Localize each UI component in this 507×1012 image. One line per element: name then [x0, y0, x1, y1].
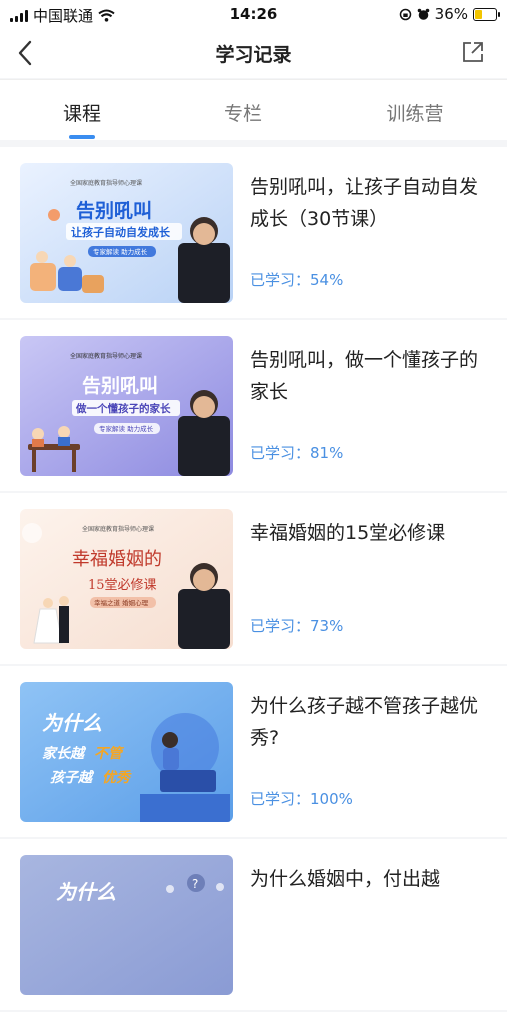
page-title: 学习记录	[215, 44, 292, 66]
tab-bar: 课程 专栏 训练营	[0, 79, 507, 140]
svg-text:告别吼叫: 告别吼叫	[76, 199, 152, 222]
svg-text:15堂必修课: 15堂必修课	[88, 578, 157, 593]
course-progress: 已学习：73%	[250, 617, 344, 635]
course-thumbnail: 为什么 ?	[20, 855, 233, 995]
course-title: 为什么婚姻中，付出越	[250, 868, 441, 890]
course-item[interactable]: 为什么 ? 为什么婚姻中，付出越	[0, 839, 507, 1010]
svg-text:幸福婚姻的: 幸福婚姻的	[72, 549, 162, 570]
svg-text:做一个懂孩子的家长: 做一个懂孩子的家长	[75, 402, 171, 415]
rotation-lock-icon	[399, 8, 411, 20]
svg-text:告别吼叫: 告别吼叫	[82, 374, 158, 397]
course-list: 全国家庭教育指导师心理课 告别吼叫 让孩子自动自发成长 专家解读 助力成长 告别…	[0, 147, 507, 1012]
course-thumbnail: 为什么 家长越 不管 孩子越 优秀	[20, 682, 233, 822]
course-item[interactable]: 全国家庭教育指导师心理课 告别吼叫 做一个懂孩子的家长 专家解读 助力成长 告别…	[0, 320, 507, 491]
battery-percent: 36%	[434, 5, 468, 23]
course-item[interactable]: 全国家庭教育指导师心理课 告别吼叫 让孩子自动自发成长 专家解读 助力成长 告别…	[0, 147, 507, 318]
svg-text:不管: 不管	[94, 745, 125, 762]
course-progress: 已学习：100%	[250, 790, 353, 808]
course-thumbnail: 全国家庭教育指导师心理课 幸福婚姻的 15堂必修课 幸福之道 婚姻心理	[20, 509, 233, 649]
nav-bar: 学习记录	[0, 28, 507, 78]
svg-text:专家解读 助力成长: 专家解读 助力成长	[99, 424, 154, 433]
svg-text:让孩子自动自发成长: 让孩子自动自发成长	[71, 225, 171, 239]
alarm-icon	[417, 8, 429, 20]
course-item[interactable]: 全国家庭教育指导师心理课 幸福婚姻的 15堂必修课 幸福之道 婚姻心理 幸福婚姻…	[0, 493, 507, 664]
course-title: 告别吼叫，做一个懂孩子的家长	[250, 349, 479, 403]
battery-icon	[473, 7, 500, 21]
svg-text:全国家庭教育指导师心理课: 全国家庭教育指导师心理课	[70, 179, 142, 187]
course-thumbnail: 全国家庭教育指导师心理课 告别吼叫 让孩子自动自发成长 专家解读 助力成长	[20, 163, 233, 303]
tab-indicator	[69, 135, 95, 139]
svg-text:为什么: 为什么	[42, 711, 102, 735]
tab-training-camp[interactable]: 训练营	[355, 99, 475, 126]
svg-text:优秀: 优秀	[102, 769, 132, 786]
course-title: 幸福婚姻的15堂必修课	[250, 522, 446, 544]
course-title: 告别吼叫，让孩子自动自发成长（30节课）	[250, 176, 479, 230]
course-thumbnail: 全国家庭教育指导师心理课 告别吼叫 做一个懂孩子的家长 专家解读 助力成长	[20, 336, 233, 476]
svg-text:孩子越: 孩子越	[50, 769, 95, 786]
course-title: 为什么孩子越不管孩子越优秀?	[250, 695, 479, 749]
tab-courses[interactable]: 课程	[22, 99, 142, 126]
svg-text:为什么: 为什么	[56, 880, 116, 904]
course-progress: 已学习：81%	[250, 444, 344, 462]
svg-text:家长越: 家长越	[42, 745, 87, 762]
share-icon[interactable]	[461, 40, 485, 64]
course-item[interactable]: 为什么 家长越 不管 孩子越 优秀 为什么孩子越不管孩子越优秀? 已学习：100…	[0, 666, 507, 837]
status-bar: 中国联通 14:26 36%	[0, 0, 507, 28]
svg-text:全国家庭教育指导师心理课: 全国家庭教育指导师心理课	[82, 525, 154, 533]
svg-text:专家解读 助力成长: 专家解读 助力成长	[93, 247, 148, 256]
svg-text:?: ?	[192, 877, 198, 891]
status-right: 36%	[399, 5, 500, 23]
tab-columns[interactable]: 专栏	[183, 99, 303, 126]
course-progress: 已学习：54%	[250, 271, 344, 289]
svg-text:幸福之道 婚姻心理: 幸福之道 婚姻心理	[94, 598, 149, 607]
svg-text:全国家庭教育指导师心理课: 全国家庭教育指导师心理课	[70, 352, 142, 360]
